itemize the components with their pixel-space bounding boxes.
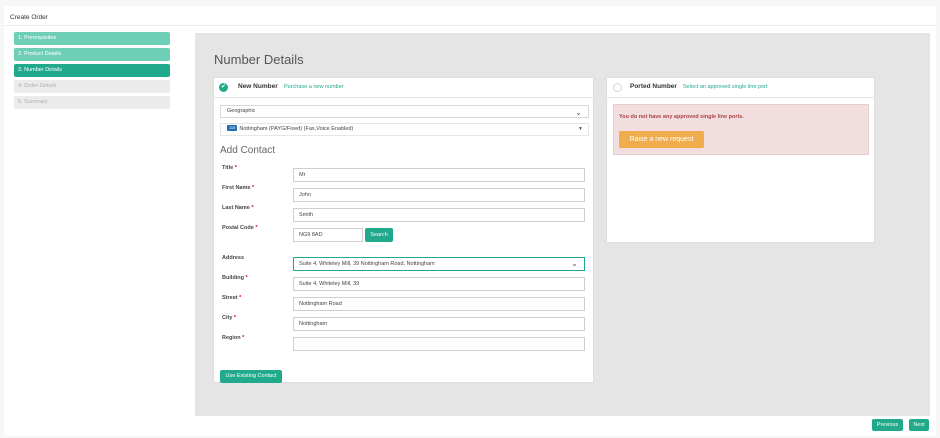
address-value: Suite 4, Whiteley Mill, 39 Nottingham Ro… xyxy=(299,261,435,267)
ported-number-card: Ported Number Select an approved single … xyxy=(606,77,875,243)
number-type-value: Geographic xyxy=(227,108,256,114)
step-number-details[interactable]: 3. Number Details xyxy=(14,64,170,77)
new-number-title: New Number xyxy=(238,83,278,90)
first-name-label: First Name * xyxy=(222,185,255,191)
address-select[interactable]: Suite 4, Whiteley Mill, 39 Nottingham Ro… xyxy=(293,257,585,271)
region-label: Region * xyxy=(222,335,245,341)
address-label: Address xyxy=(222,255,245,261)
step-product-details[interactable]: 2. Product Details xyxy=(14,48,170,61)
postal-code-field[interactable]: NG9 8AD xyxy=(293,228,363,242)
title-field[interactable]: Mr xyxy=(293,168,585,182)
use-existing-contact-button[interactable]: Use Existing Contact xyxy=(220,370,282,383)
add-contact-title: Add Contact xyxy=(220,145,276,156)
main-content: Number Details ✔ New Number Purchase a n… xyxy=(195,33,930,416)
street-label: Street * xyxy=(222,295,242,301)
last-name-label: Last Name * xyxy=(222,205,254,211)
next-button[interactable]: Next xyxy=(909,419,929,431)
city-field[interactable]: Nottingham xyxy=(293,317,585,331)
no-ports-alert: You do not have any approved single line… xyxy=(613,104,869,155)
region-field[interactable] xyxy=(293,337,585,351)
building-field[interactable]: Suite 4, Whiteley Mill, 39 xyxy=(293,277,585,291)
new-number-header[interactable]: ✔ New Number Purchase a new number xyxy=(214,78,593,98)
app-frame: Create Order 1. Prerequisites 2. Product… xyxy=(4,6,936,436)
new-number-card: ✔ New Number Purchase a new number Geogr… xyxy=(213,77,594,383)
ported-number-title: Ported Number xyxy=(630,83,677,90)
step-summary: 5. Summary xyxy=(14,96,170,109)
radio-icon[interactable] xyxy=(613,83,622,92)
number-type-select[interactable]: Geographic ⌄ xyxy=(220,105,589,118)
title-label: Title * xyxy=(222,165,237,171)
alert-text: You do not have any approved single line… xyxy=(619,114,744,120)
ported-number-header[interactable]: Ported Number Select an approved single … xyxy=(607,78,874,98)
last-name-field[interactable]: Smith xyxy=(293,208,585,222)
caret-down-icon: ▼ xyxy=(578,126,583,132)
step-list: 1. Prerequisites 2. Product Details 3. N… xyxy=(14,32,170,112)
postal-code-label: Postal Code * xyxy=(222,225,258,231)
area-select[interactable]: 115 Nottingham (PAYG/Fixed) (Fax,Voice En… xyxy=(220,123,589,136)
street-field[interactable]: Nottingham Road xyxy=(293,297,585,311)
step-order-details: 4. Order Details xyxy=(14,80,170,93)
area-value: Nottingham (PAYG/Fixed) (Fax,Voice Enabl… xyxy=(239,126,354,132)
page-title: Number Details xyxy=(214,52,304,67)
first-name-field[interactable]: John xyxy=(293,188,585,202)
page-header: Create Order xyxy=(4,6,936,26)
chevron-down-icon: ⌄ xyxy=(575,108,582,117)
new-number-subtitle: Purchase a new number xyxy=(284,84,344,90)
area-code-badge: 115 xyxy=(227,125,238,131)
ported-number-subtitle: Select an approved single line port xyxy=(683,84,768,90)
check-icon[interactable]: ✔ xyxy=(219,83,228,92)
city-label: City * xyxy=(222,315,237,321)
page-header-title: Create Order xyxy=(10,14,48,21)
step-prerequisites[interactable]: 1. Prerequisites xyxy=(14,32,170,45)
raise-request-button[interactable]: Raise a new request xyxy=(619,131,704,148)
chevron-down-icon: ⌄ xyxy=(571,259,578,268)
search-button[interactable]: Search xyxy=(365,228,393,242)
previous-button[interactable]: Previous xyxy=(872,419,903,431)
building-label: Building * xyxy=(222,275,248,281)
